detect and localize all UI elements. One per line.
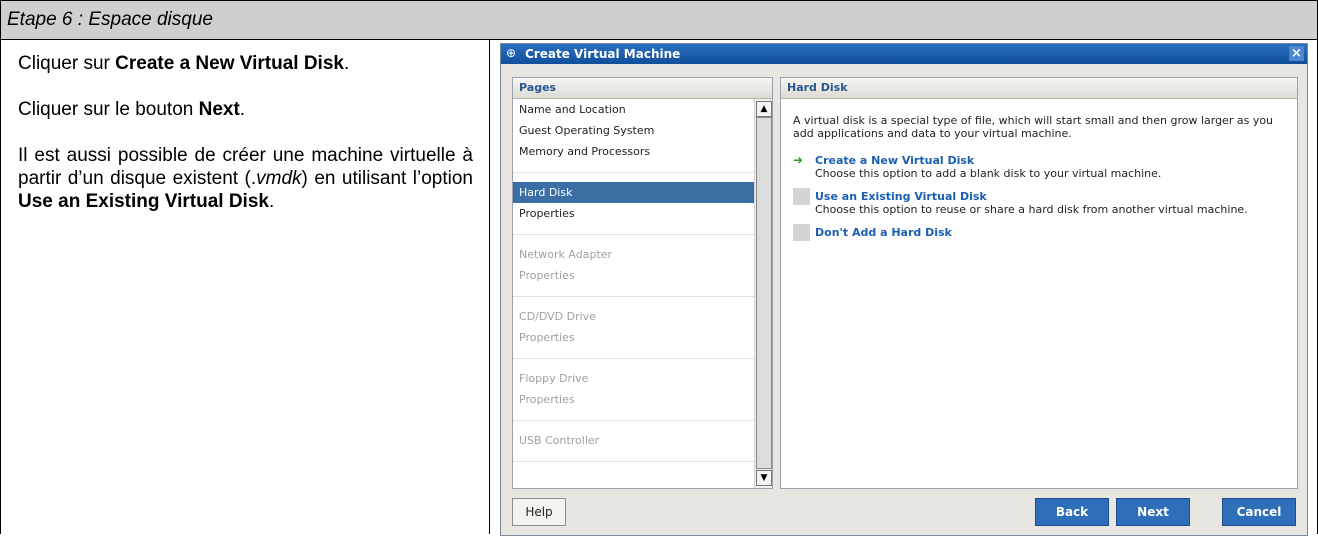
scroll-down-icon[interactable]: ▼ (756, 470, 772, 486)
step-title: Etape 6 : Espace disque (7, 9, 213, 30)
instruction-1: Cliquer sur Create a New Virtual Disk. (18, 52, 473, 75)
step-header: Etape 6 : Espace disque (0, 0, 1318, 40)
option-title[interactable]: Use an Existing Virtual Disk (815, 190, 1288, 203)
next-button[interactable]: Next (1116, 498, 1190, 526)
option-title[interactable]: Create a New Virtual Disk (815, 154, 1288, 167)
divider (513, 461, 754, 462)
text: . (239, 99, 246, 120)
option-no-hard-disk[interactable]: Don't Add a Hard Disk (793, 224, 1288, 241)
page-item-guest-os[interactable]: Guest Operating System (513, 120, 754, 141)
divider (513, 296, 754, 297)
hard-disk-header: Hard Disk (781, 78, 1297, 99)
hard-disk-body: A virtual disk is a special type of file… (793, 114, 1288, 249)
page-item-cd-dvd-drive: CD/DVD Drive (519, 310, 596, 323)
bold-text: Use an Existing Virtual Disk (18, 191, 269, 212)
text: Cliquer sur le bouton (18, 99, 199, 120)
gray-box-icon (793, 224, 810, 241)
instruction-2: Cliquer sur le bouton Next. (18, 98, 473, 121)
page-item-cd-dvd-properties: Properties (519, 331, 575, 344)
page-item-network-adapter: Network Adapter (519, 248, 613, 261)
page-item-memory-processors[interactable]: Memory and Processors (513, 141, 754, 162)
option-desc: Choose this option to add a blank disk t… (815, 167, 1162, 180)
text: ) en utilisant l’option (301, 168, 473, 189)
page-item-floppy-drive: Floppy Drive (519, 372, 589, 385)
pages-header: Pages (513, 78, 772, 99)
page-item-usb-controller: USB Controller (519, 434, 600, 447)
option-create-new-disk[interactable]: ➜ Create a New Virtual Disk Choose this … (793, 153, 1288, 181)
option-title[interactable]: Don't Add a Hard Disk (815, 226, 1288, 239)
create-vm-dialog: ⊕ Create Virtual Machine × Pages Name an… (500, 43, 1308, 536)
instruction-3: Il est aussi possible de créer une machi… (18, 144, 473, 213)
italic-text: vmdk (256, 168, 302, 189)
close-button[interactable]: × (1289, 46, 1304, 61)
page-item-name-location[interactable]: Name and Location (513, 99, 754, 120)
help-button[interactable]: Help (512, 498, 566, 526)
pages-scrollbar[interactable]: ▲ ▼ (754, 99, 772, 488)
divider (513, 172, 754, 173)
bold-text: Create a New Virtual Disk (115, 53, 344, 74)
scroll-thumb[interactable] (756, 117, 772, 469)
scroll-up-icon[interactable]: ▲ (756, 101, 772, 117)
bold-text: Next (198, 99, 240, 120)
option-desc: Choose this option to reuse or share a h… (815, 203, 1248, 216)
instructions: Cliquer sur Create a New Virtual Disk. C… (18, 52, 473, 236)
vm-icon: ⊕ (506, 46, 517, 60)
hard-disk-panel: Hard Disk A virtual disk is a special ty… (780, 77, 1298, 489)
text: Cliquer sur (18, 53, 116, 74)
divider (513, 358, 754, 359)
text: . (268, 191, 275, 212)
text: . (343, 53, 350, 74)
back-button[interactable]: Back (1035, 498, 1109, 526)
option-use-existing-disk[interactable]: Use an Existing Virtual Disk Choose this… (793, 188, 1288, 216)
pages-panel: Pages Name and Location Guest Operating … (512, 77, 773, 489)
page-item-hard-disk[interactable]: Hard Disk (513, 182, 754, 203)
gray-box-icon (793, 188, 810, 205)
arrow-right-icon: ➜ (793, 153, 804, 167)
pages-list: Name and Location Guest Operating System… (513, 99, 754, 488)
divider (513, 420, 754, 421)
page-item-floppy-properties: Properties (519, 393, 575, 406)
page-item-hard-disk-properties[interactable]: Properties (513, 203, 754, 224)
cancel-button[interactable]: Cancel (1222, 498, 1296, 526)
hard-disk-intro: A virtual disk is a special type of file… (793, 114, 1274, 140)
title-bar[interactable]: ⊕ Create Virtual Machine × (501, 44, 1307, 64)
divider (513, 234, 754, 235)
dialog-title: Create Virtual Machine (525, 47, 681, 61)
page-item-network-properties: Properties (519, 269, 575, 282)
